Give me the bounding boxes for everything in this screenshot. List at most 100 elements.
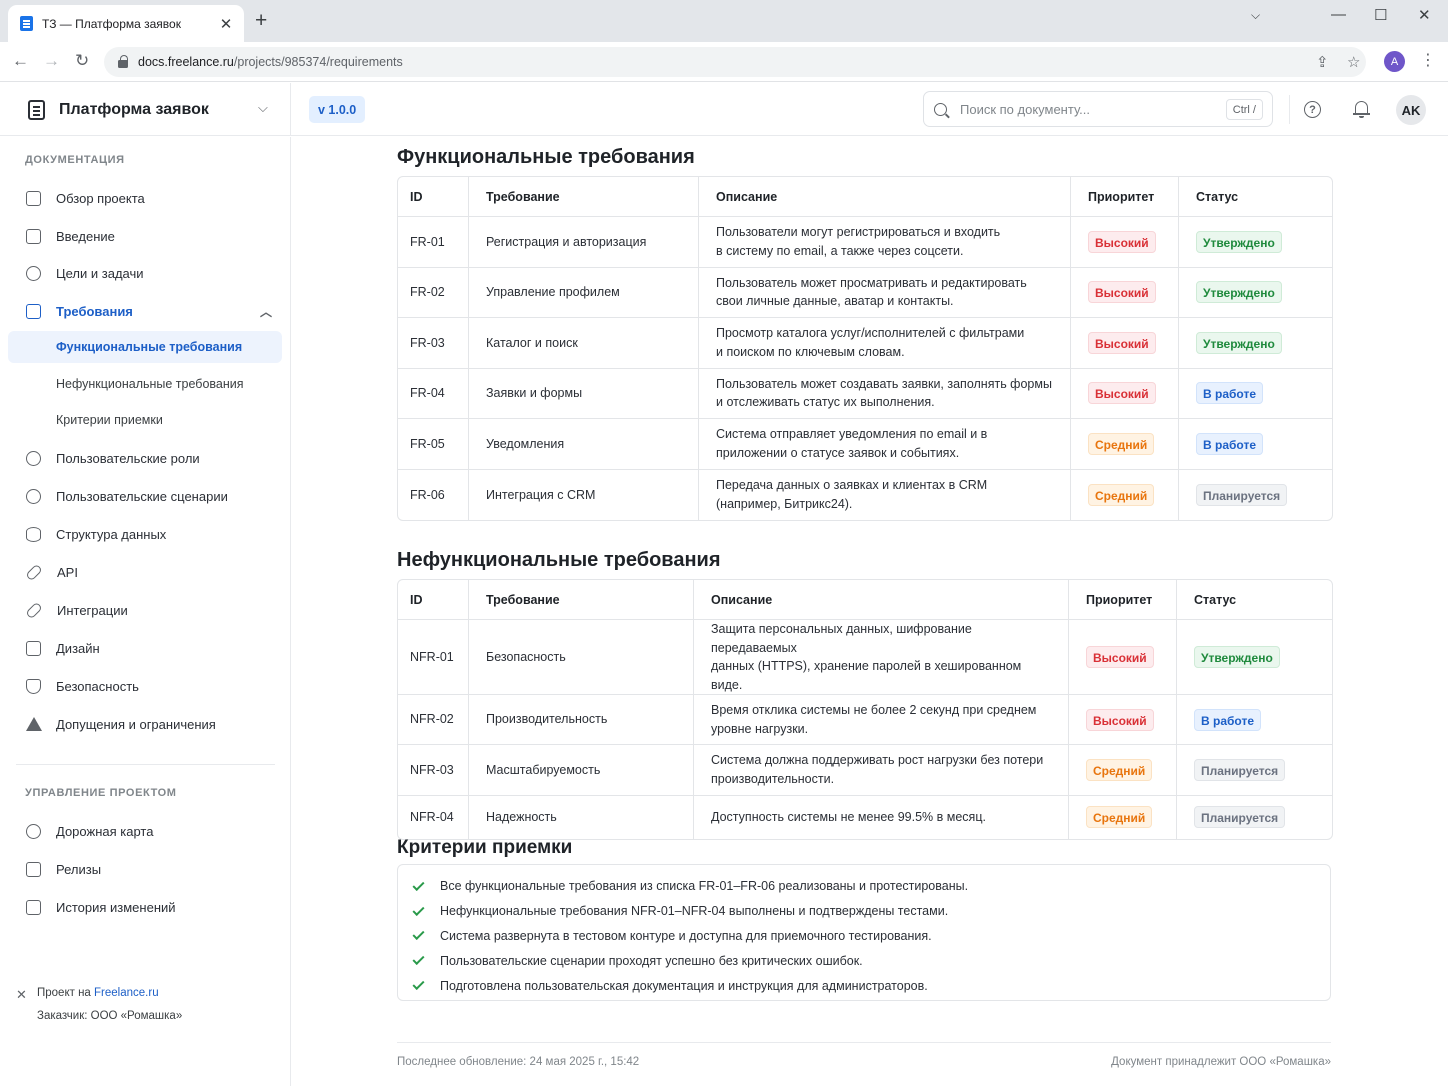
- maximize-icon[interactable]: ☐: [1374, 6, 1387, 24]
- row-requirement: Безопасность: [469, 620, 694, 695]
- table-row[interactable]: NFR-02 Производительность Время отклика …: [398, 695, 1332, 746]
- table-row[interactable]: NFR-03 Масштабируемость Система должна п…: [398, 745, 1332, 796]
- search-icon: [934, 102, 947, 116]
- row-description: Система должна поддерживать рост нагрузк…: [694, 745, 1069, 796]
- table-row[interactable]: FR-06 Интеграция с CRM Передача данных о…: [398, 469, 1332, 520]
- nonfunctional-table: ID Требование Описание Приоритет Статус …: [397, 579, 1333, 840]
- status-badge: В работе: [1194, 708, 1261, 731]
- sidebar-item-label: История изменений: [56, 899, 176, 915]
- sidebar-item-data-structure[interactable]: Структура данных: [8, 518, 282, 550]
- clock-icon: [26, 488, 41, 504]
- table-row[interactable]: FR-04 Заявки и формы Пользователь может …: [398, 368, 1332, 419]
- api-link-icon: [25, 563, 43, 581]
- document-owner: Документ принадлежит ООО «Ромашка»: [1111, 1056, 1331, 1068]
- window-close-icon[interactable]: ✕: [1418, 6, 1431, 24]
- table-row[interactable]: FR-03 Каталог и поиск Просмотр каталога …: [398, 318, 1332, 369]
- sidebar-item-overview[interactable]: Обзор проекта: [8, 182, 282, 214]
- bookmark-star-icon[interactable]: ☆: [1347, 53, 1360, 71]
- freelance-logo-icon: ✕: [16, 987, 27, 1002]
- table-row[interactable]: NFR-04 Надежность Доступность системы не…: [398, 795, 1332, 839]
- sidebar-item-releases[interactable]: Релизы: [8, 853, 282, 885]
- database-icon: [26, 526, 41, 542]
- sidebar-item-requirements[interactable]: Требования ︿: [8, 295, 282, 327]
- sidebar-item-integrations[interactable]: Интеграции: [8, 594, 282, 626]
- search-input[interactable]: [960, 101, 1215, 117]
- sidebar-subitem-functional[interactable]: Функциональные требования: [8, 331, 282, 363]
- sidebar-item-assumptions[interactable]: Допущения и ограничения: [8, 708, 282, 740]
- sidebar-item-label: Введение: [56, 228, 115, 244]
- priority-badge: Высокий: [1086, 708, 1154, 731]
- list-item: Подготовлена пользовательская документац…: [398, 973, 1330, 998]
- row-id: NFR-04: [398, 795, 469, 839]
- row-description: Защита персональных данных, шифрование п…: [694, 620, 1069, 695]
- row-requirement: Каталог и поиск: [469, 318, 699, 369]
- row-description: Просмотр каталога услуг/исполнителей с ф…: [699, 318, 1071, 369]
- criteria-list: Все функциональные требования из списка …: [397, 864, 1331, 1001]
- browser-tab[interactable]: ТЗ — Платформа заявок ✕: [8, 5, 244, 42]
- sidebar-item-user-scenarios[interactable]: Пользовательские сценарии: [8, 480, 282, 512]
- table-row[interactable]: FR-01 Регистрация и авторизация Пользова…: [398, 217, 1332, 268]
- minimize-icon[interactable]: —: [1331, 6, 1346, 23]
- sidebar-item-changelog[interactable]: История изменений: [8, 891, 282, 923]
- main-content: Функциональные требования ID Требование …: [292, 137, 1448, 1086]
- project-title: Платформа заявок: [59, 100, 209, 118]
- sidebar-item-user-roles[interactable]: Пользовательские роли: [8, 442, 282, 474]
- row-id: FR-01: [398, 217, 469, 268]
- project-switcher[interactable]: Платформа заявок ⌵: [0, 83, 291, 136]
- share-icon[interactable]: ⇪: [1316, 53, 1329, 71]
- sidebar-item-introduction[interactable]: Введение: [8, 220, 282, 252]
- url-host: docs.freelance.ru: [138, 55, 234, 69]
- forward-arrow-icon[interactable]: →: [43, 51, 60, 71]
- close-tab-icon[interactable]: ✕: [218, 15, 234, 33]
- row-id: FR-02: [398, 267, 469, 318]
- table-row[interactable]: NFR-01 Безопасность Защита персональных …: [398, 620, 1332, 695]
- table-row[interactable]: FR-05 Уведомления Система отправляет уве…: [398, 419, 1332, 470]
- col-status: Статус: [1177, 580, 1332, 620]
- notifications-bell-icon[interactable]: [1353, 101, 1370, 118]
- document-favicon-icon: [20, 16, 33, 31]
- check-icon: [412, 978, 425, 991]
- sidebar-subitem-nonfunctional[interactable]: Нефункциональные требования: [8, 368, 282, 400]
- status-badge: Утверждено: [1196, 281, 1282, 304]
- freelance-link[interactable]: Freelance.ru: [94, 987, 159, 999]
- check-icon: [412, 928, 425, 941]
- check-circle-icon: [26, 265, 41, 281]
- sidebar-item-goals[interactable]: Цели и задачи: [8, 257, 282, 289]
- reload-icon[interactable]: ↻: [75, 51, 89, 71]
- functional-table: ID Требование Описание Приоритет Статус …: [397, 176, 1333, 521]
- sidebar-item-design[interactable]: Дизайн: [8, 632, 282, 664]
- version-badge[interactable]: v 1.0.0: [309, 96, 366, 123]
- chevron-down-icon[interactable]: ⌵: [258, 100, 268, 116]
- help-icon[interactable]: ?: [1304, 101, 1321, 118]
- browser-profile-avatar[interactable]: A: [1384, 51, 1405, 72]
- list-item: Система развернута в тестовом контуре и …: [398, 924, 1330, 949]
- sidebar-item-roadmap[interactable]: Дорожная карта: [8, 815, 282, 847]
- priority-badge: Средний: [1086, 758, 1153, 781]
- search-box[interactable]: Ctrl /: [923, 91, 1273, 127]
- sidebar-item-api[interactable]: API: [8, 556, 282, 588]
- sidebar-subitem-acceptance[interactable]: Критерии приемки: [8, 404, 282, 436]
- back-arrow-icon[interactable]: ←: [12, 51, 29, 71]
- table-row[interactable]: FR-02 Управление профилем Пользователь м…: [398, 267, 1332, 318]
- row-description: Время отклика системы не более 2 секунд …: [694, 695, 1069, 746]
- sidebar-item-label: Дизайн: [56, 640, 100, 656]
- chevron-up-icon[interactable]: ︿: [260, 303, 272, 320]
- sidebar-item-security[interactable]: Безопасность: [8, 670, 282, 702]
- user-avatar[interactable]: AK: [1396, 95, 1426, 125]
- tab-search-chevron-icon[interactable]: ⌵: [1251, 8, 1260, 23]
- status-badge: Утверждено: [1194, 646, 1280, 668]
- row-requirement: Интеграция с CRM: [469, 469, 699, 520]
- col-requirement: Требование: [469, 580, 694, 620]
- sidebar-divider: [16, 764, 275, 765]
- priority-badge: Средний: [1086, 806, 1153, 829]
- browser-menu-icon[interactable]: ⋮: [1420, 50, 1436, 70]
- introduction-icon: [26, 228, 41, 244]
- col-requirement: Требование: [469, 177, 699, 217]
- integrations-link-icon: [25, 601, 43, 619]
- url-field[interactable]: docs.freelance.ru/projects/985374/requir…: [104, 47, 1366, 77]
- row-requirement: Регистрация и авторизация: [469, 217, 699, 268]
- check-icon: [412, 878, 425, 891]
- functional-title: Функциональные требования: [397, 146, 695, 168]
- new-tab-icon[interactable]: +: [255, 10, 267, 32]
- status-badge: Утверждено: [1196, 230, 1282, 253]
